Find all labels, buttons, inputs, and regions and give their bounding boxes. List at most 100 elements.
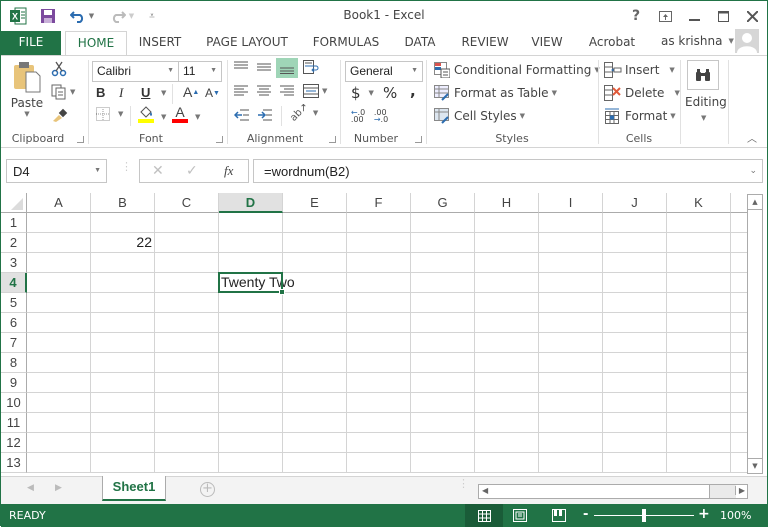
tab-formulas[interactable]: FORMULAS — [307, 31, 385, 55]
cell-k2[interactable] — [667, 233, 731, 253]
cell-j1[interactable] — [603, 213, 667, 233]
horizontal-scroll-thumb[interactable] — [494, 485, 710, 498]
font-size-combo[interactable]: 11 ▼ — [178, 61, 222, 82]
cell-e6[interactable] — [283, 313, 347, 333]
confirm-entry-icon[interactable]: ✓ — [186, 163, 198, 179]
cell-i9[interactable] — [539, 373, 603, 393]
cell-f1[interactable] — [347, 213, 411, 233]
cell-b4[interactable] — [91, 273, 155, 293]
cell-styles-button[interactable]: Cell Styles ▼ — [434, 108, 525, 124]
cell-e8[interactable] — [283, 353, 347, 373]
cell-j9[interactable] — [603, 373, 667, 393]
tab-insert[interactable]: INSERT — [131, 31, 189, 55]
column-header-c[interactable]: C — [155, 193, 219, 213]
formula-input[interactable]: =wordnum(B2) ⌄ — [253, 159, 763, 183]
cell-d4[interactable]: Twenty Two — [219, 273, 295, 293]
cell-c3[interactable] — [155, 253, 219, 273]
cell[interactable] — [731, 333, 747, 353]
cell-f9[interactable] — [347, 373, 411, 393]
row-header-7[interactable]: 7 — [1, 333, 27, 353]
cell-f4[interactable] — [347, 273, 411, 293]
maximize-button[interactable] — [709, 5, 737, 27]
cell[interactable] — [731, 413, 747, 433]
font-color-button[interactable]: A — [172, 105, 188, 123]
column-header-h[interactable]: H — [475, 193, 539, 213]
borders-button[interactable]: ▼ — [96, 107, 123, 121]
insert-cells-button[interactable]: Insert ▼ — [604, 62, 675, 78]
cell[interactable] — [731, 453, 747, 473]
cell-g4[interactable] — [411, 273, 475, 293]
tab-page-layout[interactable]: PAGE LAYOUT — [201, 31, 293, 55]
cell-e1[interactable] — [283, 213, 347, 233]
row-header-11[interactable]: 11 — [1, 413, 27, 433]
cell-g6[interactable] — [411, 313, 475, 333]
row-header-4[interactable]: 4 — [1, 273, 27, 293]
format-painter-button[interactable] — [51, 106, 69, 124]
cell-h13[interactable] — [475, 453, 539, 473]
cell-g3[interactable] — [411, 253, 475, 273]
cell-e9[interactable] — [283, 373, 347, 393]
cell[interactable] — [731, 273, 747, 293]
column-header-f[interactable]: F — [347, 193, 411, 213]
normal-view-button[interactable] — [465, 504, 503, 527]
cell-k3[interactable] — [667, 253, 731, 273]
cell-j12[interactable] — [603, 433, 667, 453]
cell-a2[interactable] — [27, 233, 91, 253]
column-header-g[interactable]: G — [411, 193, 475, 213]
cell-h1[interactable] — [475, 213, 539, 233]
cell-c7[interactable] — [155, 333, 219, 353]
cell-d12[interactable] — [219, 433, 283, 453]
cell-d6[interactable] — [219, 313, 283, 333]
cell-h9[interactable] — [475, 373, 539, 393]
cell-g7[interactable] — [411, 333, 475, 353]
alignment-launcher-icon[interactable] — [329, 136, 336, 143]
decrease-indent-button[interactable] — [234, 109, 249, 121]
number-launcher-icon[interactable] — [415, 136, 422, 143]
vertical-scroll-thumb[interactable] — [747, 210, 763, 462]
cell-b7[interactable] — [91, 333, 155, 353]
cell-d1[interactable] — [219, 213, 283, 233]
cell-e13[interactable] — [283, 453, 347, 473]
cell-j8[interactable] — [603, 353, 667, 373]
cell-g1[interactable] — [411, 213, 475, 233]
cell-f8[interactable] — [347, 353, 411, 373]
cancel-entry-icon[interactable]: ✕ — [152, 163, 164, 179]
minimize-button[interactable] — [680, 5, 708, 27]
tab-review[interactable]: REVIEW — [457, 31, 513, 55]
cell-k8[interactable] — [667, 353, 731, 373]
cell-f3[interactable] — [347, 253, 411, 273]
cell-f5[interactable] — [347, 293, 411, 313]
sheet-tab-sheet1[interactable]: Sheet1 — [102, 476, 166, 501]
cell-a5[interactable] — [27, 293, 91, 313]
cell-a6[interactable] — [27, 313, 91, 333]
font-launcher-icon[interactable] — [216, 136, 223, 143]
formula-bar-grip-icon[interactable]: ⋮ — [121, 161, 132, 172]
horizontal-scroll-track[interactable] — [710, 485, 736, 498]
cell-i11[interactable] — [539, 413, 603, 433]
column-header-j[interactable]: J — [603, 193, 667, 213]
row-header-13[interactable]: 13 — [1, 453, 27, 473]
cell-k4[interactable] — [667, 273, 731, 293]
cell-c2[interactable] — [155, 233, 219, 253]
cell[interactable] — [731, 373, 747, 393]
cell-g10[interactable] — [411, 393, 475, 413]
cell-h7[interactable] — [475, 333, 539, 353]
cell-d5[interactable] — [219, 293, 283, 313]
cell-g2[interactable] — [411, 233, 475, 253]
delete-cells-button[interactable]: Delete ▼ — [604, 85, 680, 101]
cell-c13[interactable] — [155, 453, 219, 473]
cell[interactable] — [731, 233, 747, 253]
cell-g12[interactable] — [411, 433, 475, 453]
bold-button[interactable]: B — [96, 85, 105, 100]
cell-k13[interactable] — [667, 453, 731, 473]
underline-button[interactable]: U — [141, 85, 150, 100]
cell-b5[interactable] — [91, 293, 155, 313]
cell-b3[interactable] — [91, 253, 155, 273]
cell[interactable] — [731, 213, 747, 233]
cell[interactable] — [731, 253, 747, 273]
cell-b10[interactable] — [91, 393, 155, 413]
zoom-in-button[interactable]: + — [698, 506, 710, 522]
tab-data[interactable]: DATA — [397, 31, 443, 55]
cell-e3[interactable] — [283, 253, 347, 273]
cell-c5[interactable] — [155, 293, 219, 313]
